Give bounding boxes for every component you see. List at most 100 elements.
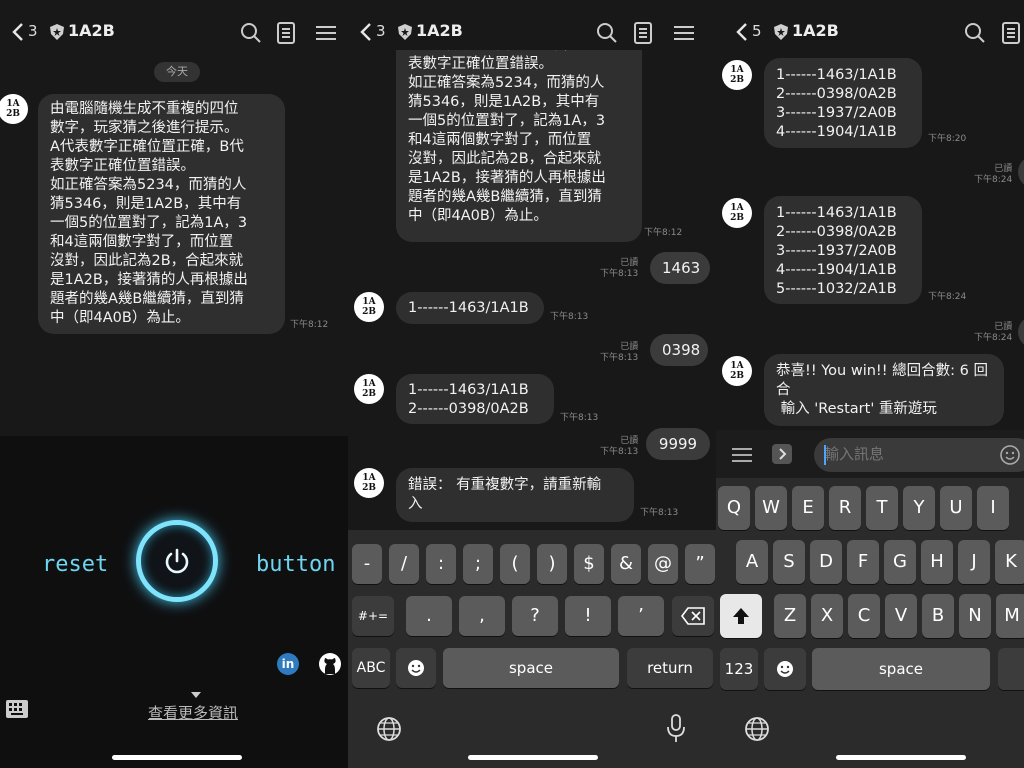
emoji-icon[interactable] xyxy=(1000,445,1020,465)
key[interactable]: U xyxy=(940,486,972,530)
key[interactable]: Y xyxy=(903,486,935,530)
emoji-key[interactable] xyxy=(764,648,806,690)
key[interactable]: ! xyxy=(565,596,611,636)
key[interactable]: ” xyxy=(685,544,715,584)
key[interactable]: T xyxy=(866,486,898,530)
expand-button[interactable] xyxy=(772,444,792,464)
bot-avatar: 1A 2B xyxy=(722,198,752,228)
linkedin-icon[interactable]: in xyxy=(277,653,299,675)
key[interactable]: V xyxy=(885,594,917,638)
globe-icon[interactable] xyxy=(744,716,770,742)
message-field[interactable] xyxy=(814,438,1024,472)
microphone-icon[interactable] xyxy=(666,714,686,744)
key[interactable]: ; xyxy=(463,544,493,584)
menu-toggle-icon[interactable] xyxy=(732,448,752,462)
back-button[interactable]: 3 xyxy=(360,20,386,44)
key[interactable]: Z xyxy=(774,594,806,638)
key[interactable]: H xyxy=(921,540,953,584)
bot-message: 1------1463/1A1B 2------0398/0A2B 3-----… xyxy=(764,58,922,148)
key[interactable]: R xyxy=(829,486,861,530)
message-time: 下午8:12 xyxy=(644,228,683,238)
key[interactable]: . xyxy=(406,596,452,636)
search-icon[interactable] xyxy=(596,22,618,44)
emoji-key[interactable] xyxy=(396,648,436,688)
unread-count: 3 xyxy=(376,22,386,40)
key[interactable]: N xyxy=(959,594,991,638)
user-message: 0398 xyxy=(650,334,708,366)
space-key[interactable]: space xyxy=(443,648,619,688)
menu-icon[interactable] xyxy=(316,25,336,41)
back-button[interactable]: 5 xyxy=(736,20,762,44)
bot-avatar: 1A 2B xyxy=(354,374,384,404)
chat-title: 1A2B xyxy=(416,21,463,40)
date-separator: 今天 xyxy=(154,62,200,82)
notes-icon[interactable] xyxy=(277,22,295,44)
button-label[interactable]: button xyxy=(256,552,335,577)
key[interactable]: J xyxy=(958,540,990,584)
key[interactable]: S xyxy=(773,540,805,584)
key[interactable]: B xyxy=(922,594,954,638)
numbers-key[interactable]: 123 xyxy=(720,648,758,690)
key[interactable]: M xyxy=(996,594,1024,638)
globe-icon[interactable] xyxy=(376,716,402,742)
reset-label[interactable]: reset xyxy=(42,552,108,577)
message-time: 下午8:13 xyxy=(640,508,679,518)
search-icon[interactable] xyxy=(964,22,986,44)
key[interactable]: / xyxy=(389,544,419,584)
key[interactable]: & xyxy=(611,544,641,584)
key[interactable]: $ xyxy=(574,544,604,584)
shift-key[interactable] xyxy=(720,594,762,638)
key[interactable]: F xyxy=(847,540,879,584)
bot-avatar: 1A 2B xyxy=(354,292,384,322)
return-key[interactable] xyxy=(998,648,1024,690)
chevron-left-icon xyxy=(736,23,747,41)
notes-icon[interactable] xyxy=(1002,22,1020,44)
shield-icon xyxy=(50,24,64,40)
more-info-link[interactable]: 查看更多資訊 xyxy=(148,702,238,723)
search-icon[interactable] xyxy=(240,22,262,44)
menu-icon[interactable] xyxy=(674,25,694,41)
key[interactable]: - xyxy=(352,544,382,584)
key[interactable]: E xyxy=(792,486,824,530)
github-icon[interactable] xyxy=(318,652,342,676)
key[interactable]: @ xyxy=(648,544,678,584)
key[interactable]: X xyxy=(811,594,843,638)
intro-message: 由電腦隨機生成不重複的四位 數字，玩家猜之後進行提示。 A代表數字正確位置正確，… xyxy=(38,94,285,334)
key[interactable]: ( xyxy=(500,544,530,584)
keyboard-icon[interactable] xyxy=(6,700,28,718)
key[interactable]: , xyxy=(459,596,505,636)
message-input[interactable] xyxy=(824,445,994,463)
bot-avatar: 1A 2B xyxy=(722,60,752,90)
shield-icon xyxy=(398,24,412,40)
back-button[interactable]: 3 xyxy=(12,20,38,44)
more-symbols-key[interactable]: #+= xyxy=(352,596,394,636)
key[interactable]: ’ xyxy=(618,596,664,636)
read-receipt: 已讀 下午8:24 xyxy=(974,322,1013,343)
shift-icon xyxy=(733,608,749,624)
chat-title: 1A2B xyxy=(68,21,115,40)
intro-message: A代表數字正確位置正確，B代 表數字正確位置錯誤。 如正確答案為5234，而猜的… xyxy=(396,30,642,242)
notes-icon[interactable] xyxy=(634,22,652,44)
key[interactable]: ? xyxy=(512,596,558,636)
key[interactable]: C xyxy=(848,594,880,638)
key[interactable]: I xyxy=(977,486,1009,530)
key[interactable]: G xyxy=(884,540,916,584)
key[interactable]: ) xyxy=(537,544,567,584)
key[interactable]: : xyxy=(426,544,456,584)
key[interactable]: A xyxy=(736,540,768,584)
chat-header: 3 1A2B xyxy=(0,0,348,64)
chevron-left-icon xyxy=(12,23,23,41)
backspace-key[interactable] xyxy=(672,596,714,636)
abc-key[interactable]: ABC xyxy=(352,648,390,688)
key[interactable]: D xyxy=(810,540,842,584)
key[interactable]: K xyxy=(995,540,1024,584)
return-key[interactable]: return xyxy=(627,648,713,688)
rich-menu: reset button in 查看更多資訊 xyxy=(0,436,348,768)
space-key[interactable]: space xyxy=(812,648,990,690)
key[interactable]: Q xyxy=(718,486,750,530)
home-indicator xyxy=(468,755,598,760)
bot-avatar: 1A 2B xyxy=(354,468,384,498)
reset-power-button[interactable] xyxy=(136,520,218,602)
key[interactable]: W xyxy=(755,486,787,530)
letter-keyboard: Q W E R T Y U I A S D F G H J K Z X C V … xyxy=(716,478,1024,768)
